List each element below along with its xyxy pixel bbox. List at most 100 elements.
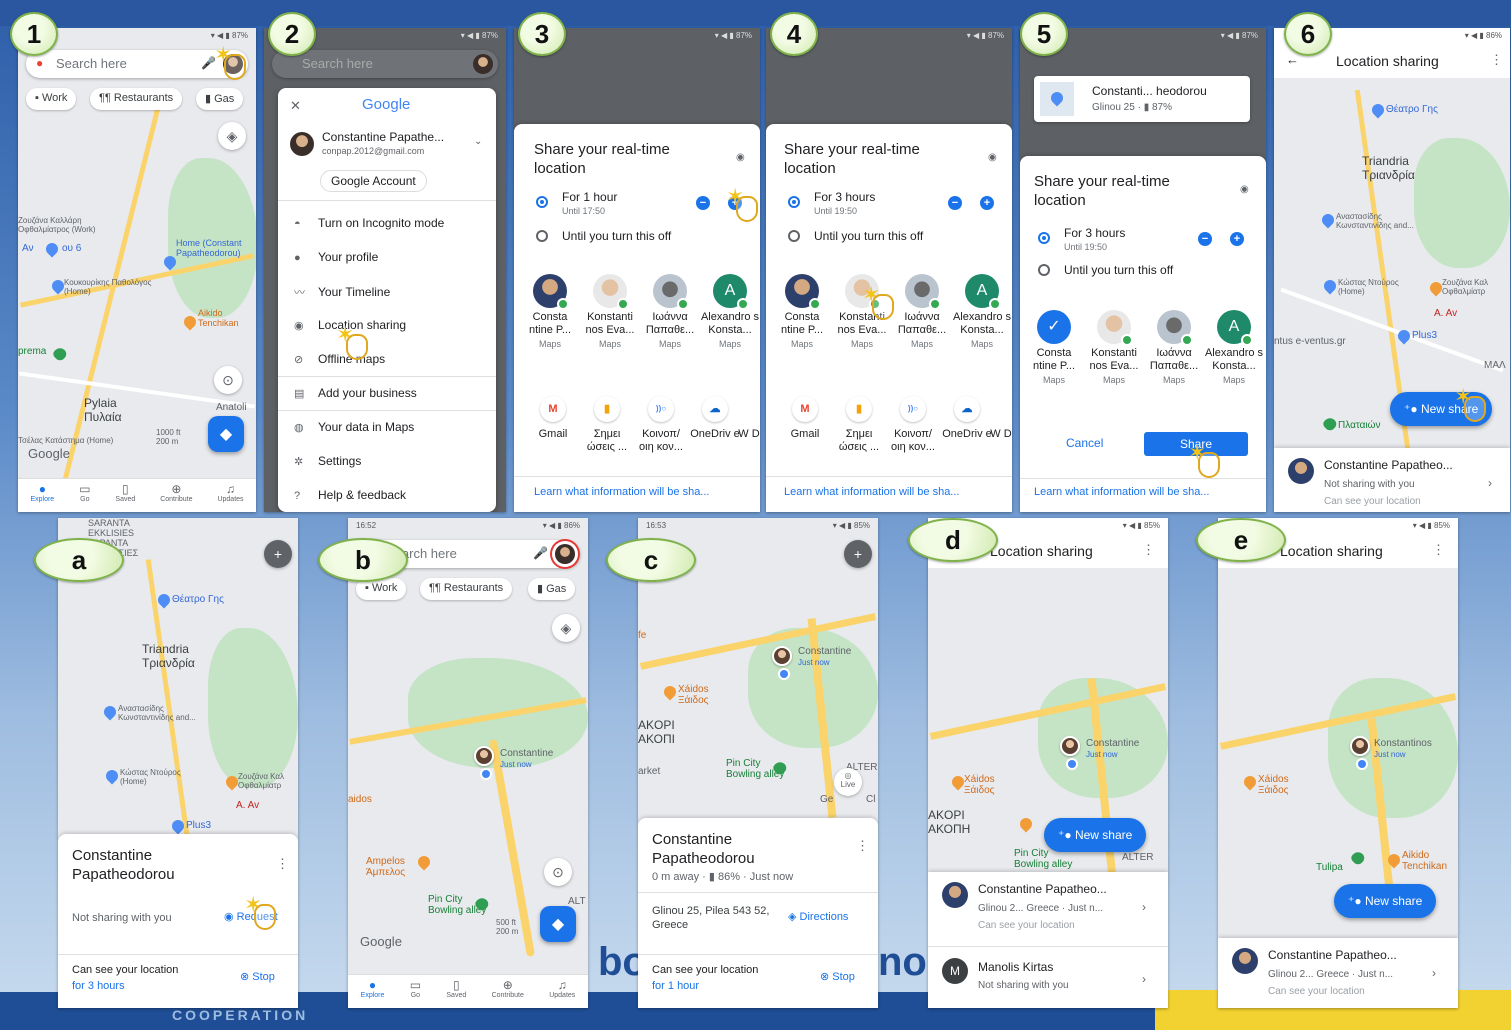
constantine-avatar-pin[interactable] xyxy=(772,646,792,666)
contact-4[interactable]: A Alexandro s Konsta... Maps xyxy=(1204,310,1264,385)
menu-add-business[interactable]: ▤ Add your business xyxy=(294,386,417,400)
chevron-right-icon[interactable]: › xyxy=(1142,900,1146,914)
menu-settings[interactable]: ✲ Settings xyxy=(294,454,361,468)
directions-icon[interactable]: ◆ xyxy=(208,416,244,452)
more-vert-icon[interactable]: ⋮ xyxy=(1142,542,1155,558)
more-vert-icon[interactable]: ⋮ xyxy=(1432,542,1445,558)
radio-until-off[interactable] xyxy=(536,230,548,242)
add-person-icon[interactable]: + xyxy=(844,540,872,568)
cancel-button[interactable]: Cancel xyxy=(1066,436,1103,450)
contact-1[interactable]: Consta ntine P... Maps xyxy=(772,274,832,349)
plus-icon[interactable]: + xyxy=(1230,232,1244,246)
avatar xyxy=(1288,458,1314,484)
my-location-icon[interactable]: ⊙ xyxy=(214,366,242,394)
app-more[interactable]: W D xyxy=(738,396,760,441)
contact-4[interactable]: A Alexandro s Konsta... Maps xyxy=(700,274,760,349)
app-gmail[interactable]: M Gmail xyxy=(778,396,832,441)
nav-go[interactable]: ▭ Go xyxy=(410,978,421,999)
stop-button[interactable]: ⊗ Stop xyxy=(240,970,275,983)
chip-work[interactable]: ▪ Work xyxy=(26,88,77,110)
plus-icon[interactable]: + xyxy=(980,196,994,210)
chip-gas[interactable]: ▮ Gas xyxy=(196,88,244,110)
close-icon[interactable]: ✕ xyxy=(290,98,301,114)
radio-duration[interactable] xyxy=(788,196,800,208)
app-share[interactable]: ))○ Κοινοπ/ οιη κον... xyxy=(886,396,940,454)
radio-until-off[interactable] xyxy=(788,230,800,242)
info-icon[interactable]: ◉ xyxy=(1240,184,1249,195)
google-account-button[interactable]: Google Account xyxy=(320,170,427,192)
contact-2[interactable]: Konstanti nos Eva... Maps xyxy=(1084,310,1144,385)
radio-duration[interactable] xyxy=(536,196,548,208)
constantine-avatar-pin[interactable] xyxy=(474,746,494,766)
info-icon[interactable]: ◉ xyxy=(736,152,745,163)
radio-until-off[interactable] xyxy=(1038,264,1050,276)
map[interactable]: Konstantinos Just now Xáidos Ξάιδος Tuli… xyxy=(1218,518,1458,1008)
app-onedrive[interactable]: ☁ OneDriv e xyxy=(940,396,994,441)
app-onedrive[interactable]: ☁ OneDriv e xyxy=(688,396,742,441)
new-share-button[interactable]: ⁺● New share xyxy=(1044,818,1147,852)
contact-3[interactable]: Ιωάννα Παπαθε... Maps xyxy=(640,274,700,349)
contact-1-selected[interactable]: ✓ Consta ntine P... Maps xyxy=(1024,310,1084,385)
more-vert-icon[interactable]: ⋮ xyxy=(856,838,869,854)
layers-icon[interactable]: ◈ xyxy=(218,122,246,150)
nav-contribute[interactable]: ⊕ Contribute xyxy=(492,978,524,999)
nav-saved[interactable]: ▯ Saved xyxy=(115,482,135,503)
nav-go[interactable]: ▭ Go xyxy=(79,482,90,503)
minus-icon[interactable]: − xyxy=(1198,232,1212,246)
contact-3[interactable]: Ιωάννα Παπαθε... Maps xyxy=(892,274,952,349)
constantine-avatar-pin[interactable] xyxy=(1060,736,1080,756)
menu-profile[interactable]: ● Your profile xyxy=(294,250,378,264)
app-share[interactable]: ))○ Κοινοπ/ οιη κον... xyxy=(634,396,688,454)
my-location-icon[interactable]: ⊙ xyxy=(544,858,572,886)
nav-updates[interactable]: ♫ Updates xyxy=(549,978,575,999)
nav-contribute[interactable]: ⊕ Contribute xyxy=(160,482,192,503)
more-vert-icon[interactable]: ⋮ xyxy=(276,856,289,872)
chip-restaurants[interactable]: ¶¶ Restaurants xyxy=(90,88,183,110)
search-bar[interactable]: Search here xyxy=(272,50,498,78)
chevron-right-icon[interactable]: › xyxy=(1432,966,1436,980)
back-icon[interactable]: ← xyxy=(1286,52,1299,67)
nav-saved[interactable]: ▯ Saved xyxy=(446,978,466,999)
contact-2[interactable]: Konstanti nos Eva... Maps xyxy=(580,274,640,349)
avatar-icon[interactable] xyxy=(473,54,493,74)
learn-more-link[interactable]: Learn what information will be sha... xyxy=(534,486,709,498)
info-icon[interactable]: ◉ xyxy=(988,152,997,163)
contact-3[interactable]: Ιωάννα Παπαθε... Maps xyxy=(1144,310,1204,385)
menu-help[interactable]: ? Help & feedback xyxy=(294,488,406,502)
chip-restaurants[interactable]: ¶¶ Restaurants xyxy=(420,578,513,600)
app-notes[interactable]: ▮ Σημει ώσεις ... xyxy=(580,396,634,454)
chevron-right-icon[interactable]: › xyxy=(1488,476,1492,490)
avatar-icon[interactable] xyxy=(555,544,575,564)
minus-icon[interactable]: − xyxy=(696,196,710,210)
panel-c-person-detail: Constantine Just now fe Xáidos Ξάιδος AK… xyxy=(638,518,878,1008)
nav-updates[interactable]: ♫ Updates xyxy=(217,482,243,503)
more-vert-icon[interactable]: ⋮ xyxy=(1490,52,1503,68)
nav-explore[interactable]: ● Explore xyxy=(361,978,385,999)
mic-icon[interactable]: 🎤 xyxy=(533,546,548,560)
directions-icon[interactable]: ◆ xyxy=(540,906,576,942)
chevron-down-icon[interactable]: ⌄ xyxy=(474,136,482,147)
menu-timeline[interactable]: 〰 Your Timeline xyxy=(294,284,390,300)
map[interactable]: Θέατρο Γης Triandria Τριανδρία Αναστασίδ… xyxy=(1274,28,1510,512)
app-gmail[interactable]: M Gmail xyxy=(526,396,580,441)
stop-button[interactable]: ⊗ Stop xyxy=(820,970,855,983)
new-share-button[interactable]: ⁺● New share xyxy=(1334,884,1437,918)
app-notes[interactable]: ▮ Σημει ώσεις ... xyxy=(832,396,886,454)
contact-4[interactable]: A Alexandro s Konsta... Maps xyxy=(952,274,1012,349)
directions-button[interactable]: ◈ Directions xyxy=(788,910,848,923)
app-more[interactable]: W D xyxy=(990,396,1012,441)
nav-explore[interactable]: ● Explore xyxy=(30,482,54,503)
chevron-right-icon[interactable]: › xyxy=(1142,972,1146,986)
learn-more-link[interactable]: Learn what information will be sha... xyxy=(784,486,959,498)
chip-gas[interactable]: ▮ Gas xyxy=(528,578,576,600)
add-person-icon[interactable]: + xyxy=(264,540,292,568)
konstantinos-avatar-pin[interactable] xyxy=(1350,736,1370,756)
menu-incognito[interactable]: ◓ Turn on Incognito mode xyxy=(294,216,444,230)
minus-icon[interactable]: − xyxy=(948,196,962,210)
radio-duration[interactable] xyxy=(1038,232,1050,244)
contact-1[interactable]: Consta ntine P... Maps xyxy=(520,274,580,349)
menu-your-data[interactable]: ◍ Your data in Maps xyxy=(294,420,414,434)
live-view-button[interactable]: ◎ Live xyxy=(834,768,862,796)
layers-icon[interactable]: ◈ xyxy=(552,614,580,642)
learn-more-link[interactable]: Learn what information will be sha... xyxy=(1034,486,1209,498)
